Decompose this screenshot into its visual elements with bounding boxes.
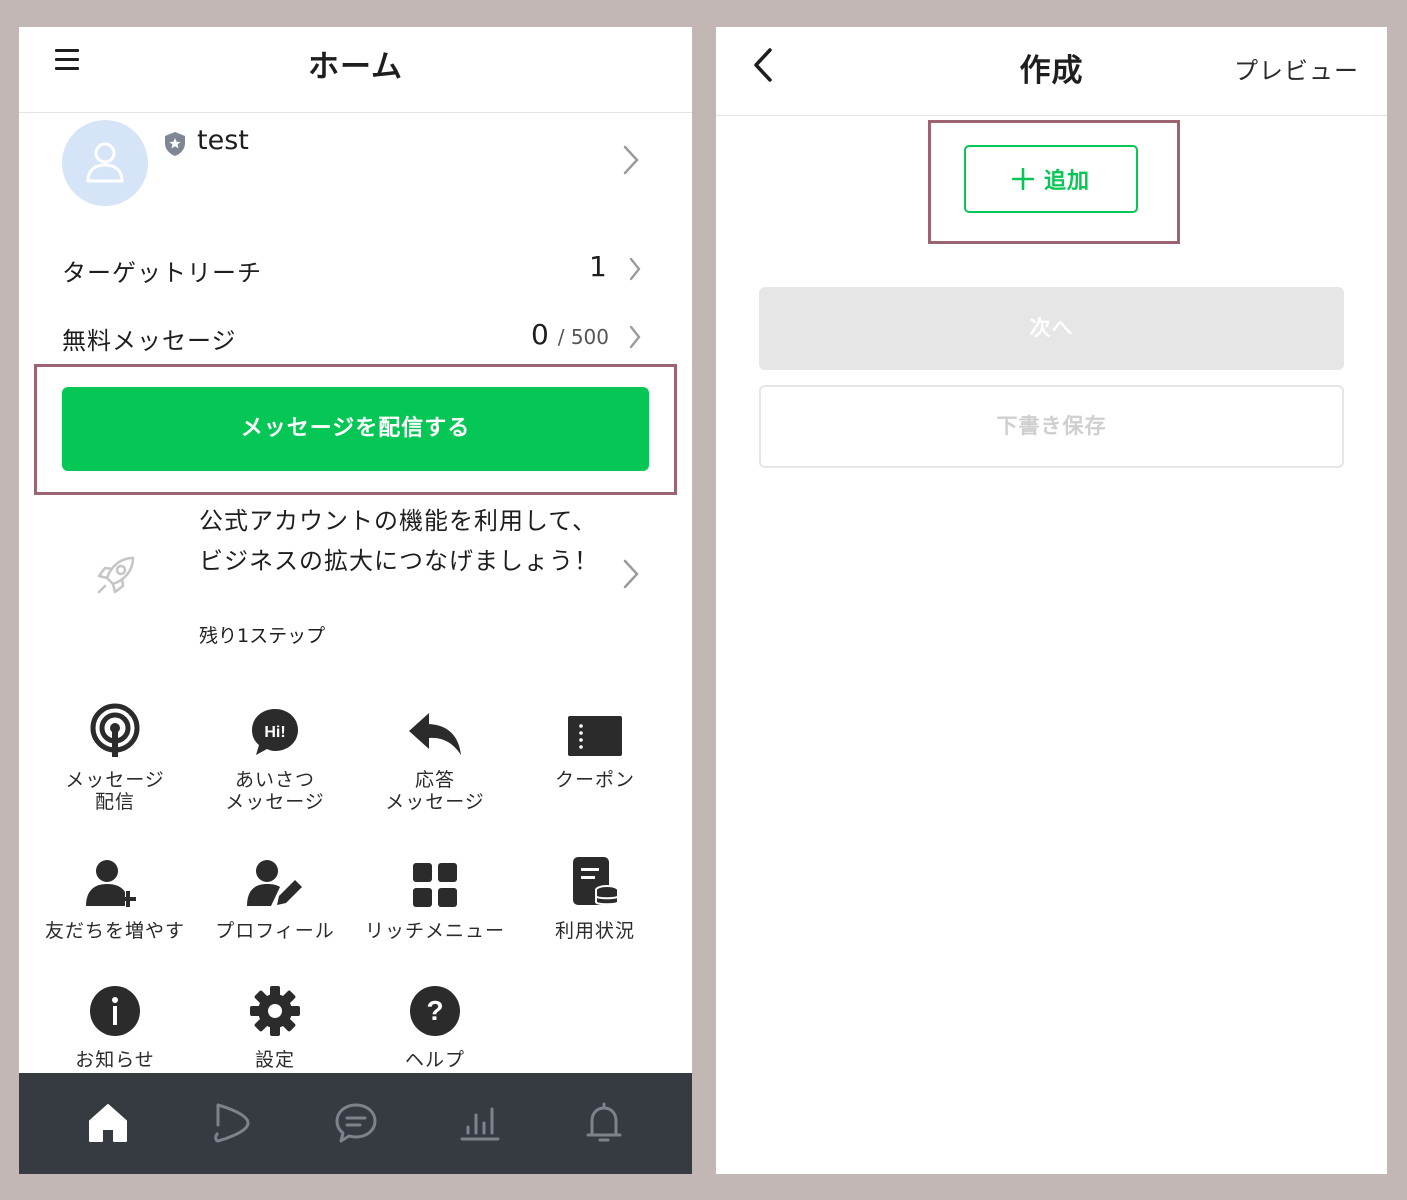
home-icon [89, 1104, 127, 1142]
free-messages-count: 0 [531, 318, 549, 351]
nav-notifications[interactable] [580, 1099, 628, 1147]
home-screen: ホーム test ターゲットリーチ 1 無料メッセージ 0 / 500 メッセー… [19, 27, 692, 1174]
add-friend-icon [86, 860, 136, 907]
save-draft-button[interactable]: 下書き保存 [759, 385, 1344, 468]
account-name: test [197, 125, 249, 156]
chat-icon [335, 1103, 377, 1143]
rocket-icon [97, 556, 135, 594]
usage-icon [573, 857, 619, 906]
avatar [62, 120, 148, 206]
tile-label: リッチメニュー [364, 920, 505, 942]
tile-rich-menu[interactable]: リッチメニュー [355, 850, 515, 942]
tile-label: 設定 [254, 1049, 295, 1071]
broadcast-icon [90, 703, 140, 757]
voom-icon [214, 1103, 250, 1143]
preview-button[interactable]: プレビュー [1234, 51, 1359, 86]
nav-home[interactable] [84, 1099, 132, 1147]
add-button[interactable]: 追加 [964, 145, 1138, 213]
svg-text:Hi!: Hi! [264, 724, 285, 741]
reply-icon [409, 713, 461, 755]
free-messages-value: 0 / 500 [531, 318, 609, 351]
tile-add-friends[interactable]: 友だちを増やす [35, 850, 195, 942]
next-button[interactable]: 次へ [759, 287, 1344, 370]
promo-steps: 残り1ステップ [199, 625, 326, 647]
tile-label: 利用状況 [554, 920, 635, 942]
promo-text: 公式アカウントの機能を利用して、ビジネスの拡大につなげましょう！ [199, 507, 599, 575]
free-messages-label: 無料メッセージ [62, 327, 237, 355]
free-messages-limit: / 500 [557, 325, 610, 349]
tile-profile[interactable]: プロフィール [195, 850, 355, 942]
gear-icon [250, 986, 300, 1036]
add-button-label: 追加 [1043, 169, 1090, 194]
chevron-right-icon [629, 257, 641, 281]
tile-label: あいさつ メッセージ [225, 769, 325, 813]
tile-settings[interactable]: 設定 [195, 979, 355, 1071]
tile-label: ヘルプ [404, 1049, 465, 1071]
home-header: ホーム [19, 27, 692, 113]
create-header: 作成 プレビュー [716, 27, 1387, 116]
chevron-right-icon [629, 325, 641, 349]
analytics-icon [460, 1107, 500, 1141]
tile-label: メッセージ 配信 [65, 769, 165, 813]
page-title: ホーム [307, 49, 404, 85]
tile-label: お知らせ [75, 1049, 155, 1071]
rich-menu-icon [413, 863, 457, 907]
tile-greeting-message[interactable]: Hi! あいさつ メッセージ [195, 699, 355, 813]
tile-label: プロフィール [215, 920, 335, 942]
help-icon: ? [410, 986, 460, 1036]
chevron-right-icon [623, 559, 639, 589]
bell-icon [586, 1102, 622, 1142]
plus-icon [1011, 168, 1034, 190]
bottom-nav [19, 1073, 692, 1174]
tile-notices[interactable]: お知らせ [35, 979, 195, 1071]
nav-chat[interactable] [332, 1099, 380, 1147]
greeting-icon: Hi! [252, 709, 298, 755]
tile-label: クーポン [554, 769, 635, 791]
tile-help[interactable]: ? ヘルプ [355, 979, 515, 1071]
tile-message-broadcast[interactable]: メッセージ 配信 [35, 699, 195, 813]
nav-analytics[interactable] [456, 1099, 504, 1147]
tile-coupon[interactable]: クーポン [515, 699, 675, 791]
tile-label: 応答 メッセージ [385, 769, 485, 813]
chevron-right-icon [623, 145, 639, 175]
tile-usage[interactable]: 利用状況 [515, 850, 675, 942]
send-message-button[interactable]: メッセージを配信する [62, 387, 649, 471]
coupon-icon [568, 716, 622, 756]
person-icon [86, 142, 124, 183]
tile-label: 友だちを増やす [44, 920, 185, 942]
target-reach-value: 1 [589, 250, 607, 283]
info-icon [90, 986, 140, 1036]
profile-edit-icon [247, 860, 302, 906]
target-reach-label: ターゲットリーチ [62, 259, 262, 287]
nav-voom[interactable] [208, 1099, 256, 1147]
verified-shield-icon [165, 132, 185, 156]
tile-auto-reply[interactable]: 応答 メッセージ [355, 699, 515, 813]
svg-text:?: ? [426, 995, 443, 1026]
create-screen: 作成 プレビュー 追加 次へ 下書き保存 [716, 27, 1387, 1174]
